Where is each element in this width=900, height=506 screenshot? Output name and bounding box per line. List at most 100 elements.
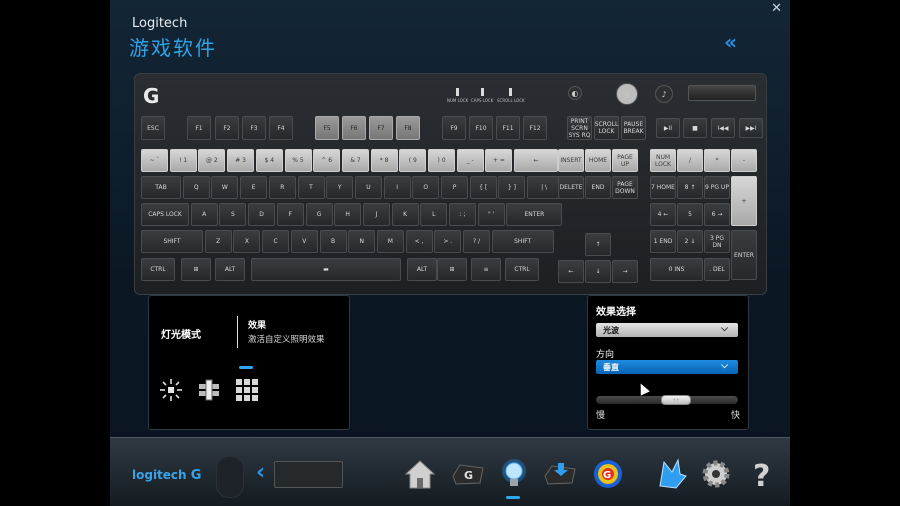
- key-arrow-left[interactable]: ←: [558, 260, 584, 283]
- key-shift-8[interactable]: < ,: [405, 230, 433, 253]
- key-np-7[interactable]: +: [731, 176, 757, 226]
- key-bottom-6[interactable]: CTRL: [505, 258, 539, 281]
- lighting-icon[interactable]: [496, 456, 532, 492]
- key-backspace[interactable]: ←: [514, 149, 559, 172]
- key-fn-3[interactable]: F3: [242, 116, 266, 140]
- key-home-6[interactable]: H: [334, 203, 362, 226]
- key-bottom-1[interactable]: ⊞: [181, 258, 211, 281]
- key-fn-8[interactable]: F8: [396, 116, 420, 140]
- key-q-6[interactable]: Y: [326, 176, 354, 199]
- key-nav-3[interactable]: DELETE: [558, 176, 584, 199]
- key-shift-7[interactable]: M: [376, 230, 404, 253]
- key-arrow-right[interactable]: →: [612, 260, 638, 283]
- key-arrow-up[interactable]: ↑: [585, 233, 611, 256]
- speed-slider-thumb[interactable]: ‹ ›: [661, 395, 691, 405]
- key-shift-9[interactable]: > .: [434, 230, 462, 253]
- key-shift-10[interactable]: ? /: [463, 230, 490, 253]
- settings-icon[interactable]: [698, 456, 734, 492]
- key-np-6[interactable]: 9 PG UP: [704, 176, 730, 199]
- key-num-8[interactable]: * 8: [370, 149, 398, 172]
- key-np-2[interactable]: *: [704, 149, 730, 172]
- key-num-12[interactable]: + =: [485, 149, 513, 172]
- spectrum-icon[interactable]: [654, 456, 690, 492]
- burst-icon[interactable]: [159, 378, 183, 402]
- key-home-12[interactable]: ENTER: [506, 203, 563, 226]
- key-q-3[interactable]: E: [240, 176, 268, 199]
- key-home-8[interactable]: K: [391, 203, 419, 226]
- key-nav-1[interactable]: HOME: [585, 149, 611, 172]
- media-key-3[interactable]: ▶▶I: [739, 118, 763, 138]
- key-q-9[interactable]: O: [412, 176, 440, 199]
- media-key-0[interactable]: ▶II: [656, 118, 680, 138]
- key-shift-2[interactable]: X: [233, 230, 261, 253]
- key-fn-2[interactable]: F2: [215, 116, 239, 140]
- keyboard-device-icon[interactable]: [274, 461, 343, 488]
- key-q-8[interactable]: I: [383, 176, 411, 199]
- key-bottom-3[interactable]: ALT: [407, 258, 437, 281]
- key-np-10[interactable]: 6 →: [704, 203, 730, 226]
- key-num-2[interactable]: @ 2: [198, 149, 226, 172]
- key-shift-3[interactable]: C: [262, 230, 290, 253]
- key-home-0[interactable]: CAPS LOCK: [141, 203, 189, 226]
- media-key-1[interactable]: ■: [683, 118, 707, 138]
- key-bottom-2[interactable]: ALT: [215, 258, 245, 281]
- key-fn-0[interactable]: ESC: [141, 116, 165, 140]
- key-assign-icon[interactable]: [542, 456, 578, 492]
- key-num-1[interactable]: ! 1: [169, 149, 197, 172]
- volume-roller[interactable]: [688, 85, 756, 101]
- key-home-4[interactable]: F: [276, 203, 304, 226]
- key-q-5[interactable]: T: [297, 176, 325, 199]
- key-home-1[interactable]: A: [190, 203, 218, 226]
- home-icon[interactable]: [402, 456, 438, 492]
- key-bottom-0[interactable]: CTRL: [141, 258, 175, 281]
- key-fn-9[interactable]: F9: [442, 116, 466, 140]
- key-fn-14[interactable]: SCROLL LOCK: [594, 116, 619, 140]
- key-nav-0[interactable]: INSERT: [558, 149, 584, 172]
- key-np-5[interactable]: 8 ↑: [677, 176, 703, 199]
- key-q-0[interactable]: TAB: [141, 176, 181, 199]
- key-nav-4[interactable]: END: [585, 176, 611, 199]
- key-fn-11[interactable]: F11: [496, 116, 520, 140]
- key-shift-11[interactable]: SHIFT: [491, 230, 554, 253]
- key-arrow-down[interactable]: ↓: [585, 260, 611, 283]
- key-home-10[interactable]: : ;: [449, 203, 476, 226]
- mouse-device-icon[interactable]: [216, 456, 244, 498]
- key-q-1[interactable]: Q: [182, 176, 210, 199]
- mute-icon[interactable]: ♪: [655, 85, 673, 103]
- key-q-2[interactable]: W: [211, 176, 239, 199]
- key-np-11[interactable]: 1 END: [650, 230, 676, 253]
- key-num-5[interactable]: % 5: [284, 149, 312, 172]
- key-home-7[interactable]: J: [362, 203, 390, 226]
- key-q-10[interactable]: P: [441, 176, 468, 199]
- key-num-3[interactable]: # 3: [227, 149, 255, 172]
- key-np-4[interactable]: 7 HOME: [650, 176, 676, 199]
- key-fn-13[interactable]: PRINT SCRN SYS RQ: [567, 116, 592, 140]
- key-num-10[interactable]: ) 0: [428, 149, 455, 172]
- g-key-icon[interactable]: G: [450, 456, 486, 492]
- key-np-3[interactable]: -: [731, 149, 757, 172]
- key-q-13[interactable]: | \: [527, 176, 562, 199]
- key-shift-0[interactable]: SHIFT: [141, 230, 203, 253]
- help-icon[interactable]: ?: [744, 456, 780, 492]
- key-fn-7[interactable]: F7: [369, 116, 393, 140]
- key-np-1[interactable]: /: [677, 149, 703, 172]
- key-np-15[interactable]: 0 INS: [650, 258, 703, 281]
- key-num-9[interactable]: ( 9: [399, 149, 427, 172]
- key-fn-4[interactable]: F4: [269, 116, 293, 140]
- collapse-icon[interactable]: «: [724, 30, 737, 54]
- key-home-3[interactable]: D: [248, 203, 276, 226]
- key-np-8[interactable]: 4 ←: [650, 203, 676, 226]
- key-num-0[interactable]: ~ `: [141, 149, 168, 172]
- key-shift-6[interactable]: N: [348, 230, 376, 253]
- effect-dropdown[interactable]: 光波 ⌵: [596, 323, 738, 337]
- key-shift-5[interactable]: B: [319, 230, 347, 253]
- key-np-9[interactable]: 5: [677, 203, 703, 226]
- backlight-button[interactable]: ☼: [616, 83, 638, 105]
- game-mode-icon[interactable]: ◐: [568, 86, 582, 100]
- key-home-2[interactable]: S: [219, 203, 247, 226]
- key-num-4[interactable]: $ 4: [255, 149, 283, 172]
- key-fn-6[interactable]: F6: [342, 116, 366, 140]
- key-np-13[interactable]: 3 PG DN: [704, 230, 730, 253]
- key-nav-2[interactable]: PAGE UP: [612, 149, 638, 172]
- chevron-left-icon[interactable]: ‹: [256, 460, 265, 485]
